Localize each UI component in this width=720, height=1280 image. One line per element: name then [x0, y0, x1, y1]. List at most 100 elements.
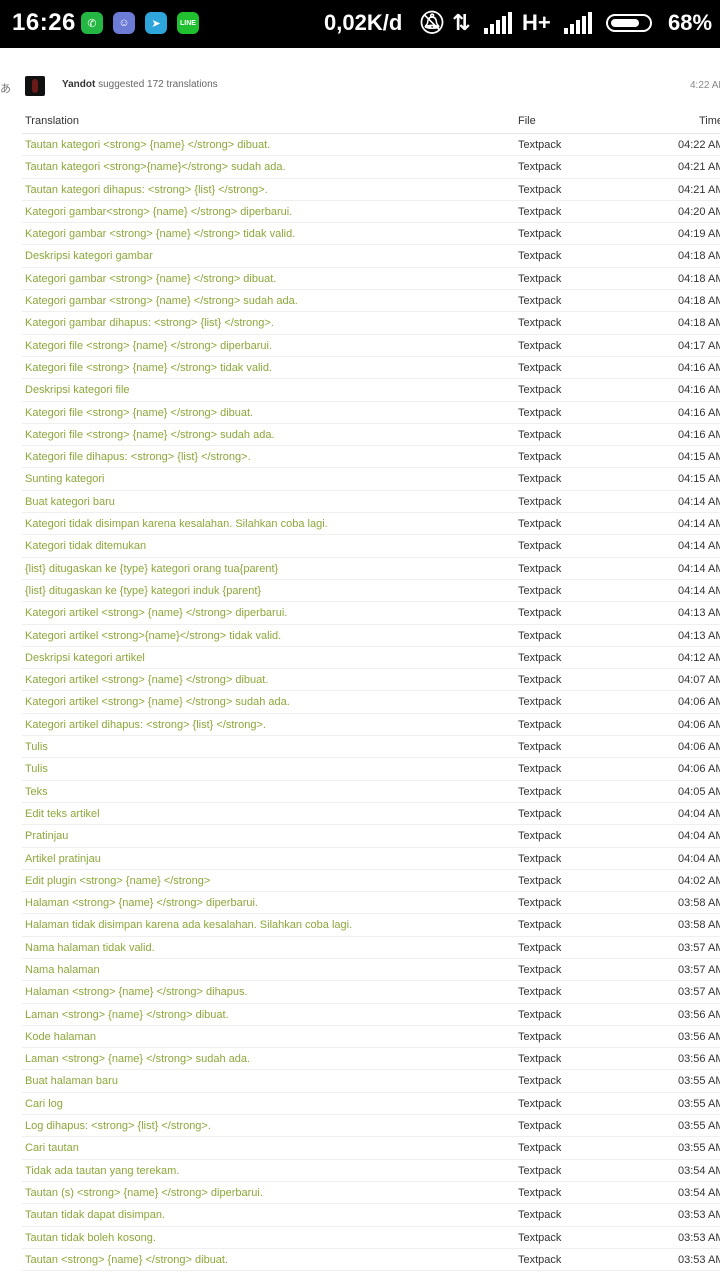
header-file[interactable]: File — [518, 115, 536, 127]
table-row: Teks Textpack 04:05 AM — [22, 781, 720, 803]
file-name: Textpack — [518, 295, 562, 308]
translation-link[interactable]: Halaman <strong> {name} </strong> dihapu… — [25, 986, 248, 998]
translation-link[interactable]: Halaman tidak disimpan karena ada kesala… — [25, 919, 352, 931]
table-row: Edit plugin <strong> {name} </strong> Tex… — [22, 870, 720, 893]
translation-link[interactable]: Buat kategori baru — [25, 496, 115, 508]
file-name: Textpack — [518, 986, 562, 999]
translation-link[interactable]: Sunting kategori — [25, 473, 105, 485]
time-value: 04:06 AM — [678, 696, 720, 709]
file-name: Textpack — [518, 718, 562, 731]
translation-link[interactable]: Edit teks artikel — [25, 808, 100, 820]
translation-link[interactable]: Kategori artikel dihapus: <strong> {list… — [25, 719, 266, 731]
table-row: Sunting kategori Textpack 04:15 AM — [22, 468, 720, 491]
translation-link[interactable]: Kategori tidak disimpan karena kesalahan… — [25, 518, 328, 530]
translation-link[interactable]: Tautan tidak boleh kosong. — [25, 1232, 156, 1244]
table-row: Pratinjau Textpack 04:04 AM — [22, 825, 720, 848]
translation-link[interactable]: Tidak ada tautan yang terekam. — [25, 1165, 179, 1177]
time-value: 04:17 AM — [678, 339, 720, 352]
translation-link[interactable]: Tautan tidak dapat disimpan. — [25, 1209, 165, 1221]
translation-link[interactable]: Kategori tidak ditemukan — [25, 540, 146, 552]
translation-link[interactable]: Kategori gambar dihapus: <strong> {list}… — [25, 317, 274, 329]
table-row: Kategori gambar <strong> {name} </strong… — [22, 223, 720, 246]
activity-user-link[interactable]: Yandot — [62, 79, 95, 90]
time-value: 03:55 AM — [678, 1075, 720, 1088]
translation-link[interactable]: Kategori gambar <strong> {name} </strong… — [25, 228, 295, 240]
translation-link[interactable]: Kategori file <strong> {name} </strong> … — [25, 340, 272, 352]
time-value: 04:18 AM — [678, 317, 720, 330]
translation-link[interactable]: Tautan kategori <strong>{name}</strong> … — [25, 161, 286, 173]
translation-link[interactable]: Kategori file <strong> {name} </strong> … — [25, 362, 272, 374]
translation-link[interactable]: Kategori artikel <strong>{name}</strong>… — [25, 630, 281, 642]
translation-link[interactable]: Tautan <strong> {name} </strong> dibuat. — [25, 1254, 228, 1266]
time-value: 04:16 AM — [678, 406, 720, 419]
translation-link[interactable]: Log dihapus: <strong> {list} </strong>. — [25, 1120, 211, 1132]
translation-link[interactable]: Kategori artikel <strong> {name} </stron… — [25, 674, 268, 686]
translation-link[interactable]: Kategori gambar <strong> {name} </strong… — [25, 295, 298, 307]
table-row: Kategori file <strong> {name} </strong> … — [22, 335, 720, 357]
translation-link[interactable]: Tautan (s) <strong> {name} </strong> dip… — [25, 1187, 263, 1199]
network-type: H+ — [522, 10, 551, 35]
translation-link[interactable]: Kategori file dihapus: <strong> {list} <… — [25, 451, 251, 463]
translation-link[interactable]: Tautan kategori <strong> {name} </strong… — [25, 139, 270, 151]
table-body: Tautan kategori <strong> {name} </strong… — [22, 134, 720, 1272]
file-name: Textpack — [518, 317, 562, 330]
translation-link[interactable]: Artikel pratinjau — [25, 853, 101, 865]
table-row: Cari log Textpack 03:55 AM — [22, 1093, 720, 1116]
table-row: Deskripsi kategori file Textpack 04:16 AM — [22, 379, 720, 402]
translation-link[interactable]: Tulis — [25, 741, 48, 753]
file-name: Textpack — [518, 384, 562, 397]
file-name: Textpack — [518, 451, 562, 464]
time-value: 03:54 AM — [678, 1164, 720, 1177]
translation-link[interactable]: Deskripsi kategori gambar — [25, 250, 153, 262]
translation-link[interactable]: Tulis — [25, 763, 48, 775]
translation-link[interactable]: Halaman <strong> {name} </strong> diperb… — [25, 897, 258, 909]
translation-link[interactable]: Kategori artikel <strong> {name} </stron… — [25, 607, 287, 619]
translation-link[interactable]: Laman <strong> {name} </strong> sudah ad… — [25, 1053, 250, 1065]
translation-link[interactable]: {list} ditugaskan ke {type} kategori ora… — [25, 563, 278, 575]
header-translation[interactable]: Translation — [25, 115, 79, 127]
time-value: 04:04 AM — [678, 830, 720, 843]
file-name: Textpack — [518, 830, 562, 843]
avatar[interactable] — [25, 76, 45, 96]
translation-link[interactable]: Edit plugin <strong> {name} </strong> — [25, 875, 210, 887]
translation-link[interactable]: Buat halaman baru — [25, 1075, 118, 1087]
file-name: Textpack — [518, 205, 562, 218]
table-row: Deskripsi kategori artikel Textpack 04:12 … — [22, 647, 720, 670]
translation-link[interactable]: Nama halaman tidak valid. — [25, 942, 155, 954]
file-name: Textpack — [518, 518, 562, 531]
translation-link[interactable]: Cari tautan — [25, 1142, 79, 1154]
table-row: Kategori file <strong> {name} </strong> … — [22, 402, 720, 424]
translation-link[interactable]: Nama halaman — [25, 964, 100, 976]
net-speed: 0,02K/d — [324, 10, 403, 35]
translation-link[interactable]: Pratinjau — [25, 830, 68, 842]
translation-link[interactable]: Kategori file <strong> {name} </strong> … — [25, 429, 275, 441]
translation-link[interactable]: Tautan kategori dihapus: <strong> {list}… — [25, 184, 268, 196]
table-row: Kode halaman Textpack 03:56 AM — [22, 1026, 720, 1049]
table-row: Tautan kategori <strong> {name} </strong… — [22, 134, 720, 157]
header-time[interactable]: Time — [699, 115, 720, 127]
time-value: 04:15 AM — [678, 451, 720, 464]
language-icon: あ — [0, 83, 11, 95]
table-row: Nama halaman Textpack 03:57 AM — [22, 959, 720, 982]
file-name: Textpack — [518, 941, 562, 954]
translation-link[interactable]: Kategori artikel <strong> {name} </stron… — [25, 696, 290, 708]
battery-percent: 68% — [668, 10, 713, 35]
translation-link[interactable]: Laman <strong> {name} </strong> dibuat. — [25, 1009, 229, 1021]
file-name: Textpack — [518, 1030, 562, 1043]
translation-link[interactable]: Kategori file <strong> {name} </strong> … — [25, 407, 253, 419]
translation-link[interactable]: Deskripsi kategori file — [25, 384, 130, 396]
file-name: Textpack — [518, 161, 562, 174]
table-row: Kategori artikel <strong>{name}</strong>… — [22, 625, 720, 647]
translation-link[interactable]: Cari log — [25, 1098, 63, 1110]
translation-link[interactable]: Deskripsi kategori artikel — [25, 652, 145, 664]
time-value: 03:53 AM — [678, 1253, 720, 1266]
translation-link[interactable]: Kategori gambar<strong> {name} </strong>… — [25, 206, 292, 218]
translation-link[interactable]: Teks — [25, 786, 48, 798]
file-name: Textpack — [518, 562, 562, 575]
translation-link[interactable]: Kode halaman — [25, 1031, 96, 1043]
translation-link[interactable]: {list} ditugaskan ke {type} kategori ind… — [25, 585, 261, 597]
table-row: Kategori artikel dihapus: <strong> {list… — [22, 714, 720, 737]
time-value: 03:55 AM — [678, 1142, 720, 1155]
time-value: 04:16 AM — [678, 361, 720, 374]
translation-link[interactable]: Kategori gambar <strong> {name} </strong… — [25, 273, 276, 285]
